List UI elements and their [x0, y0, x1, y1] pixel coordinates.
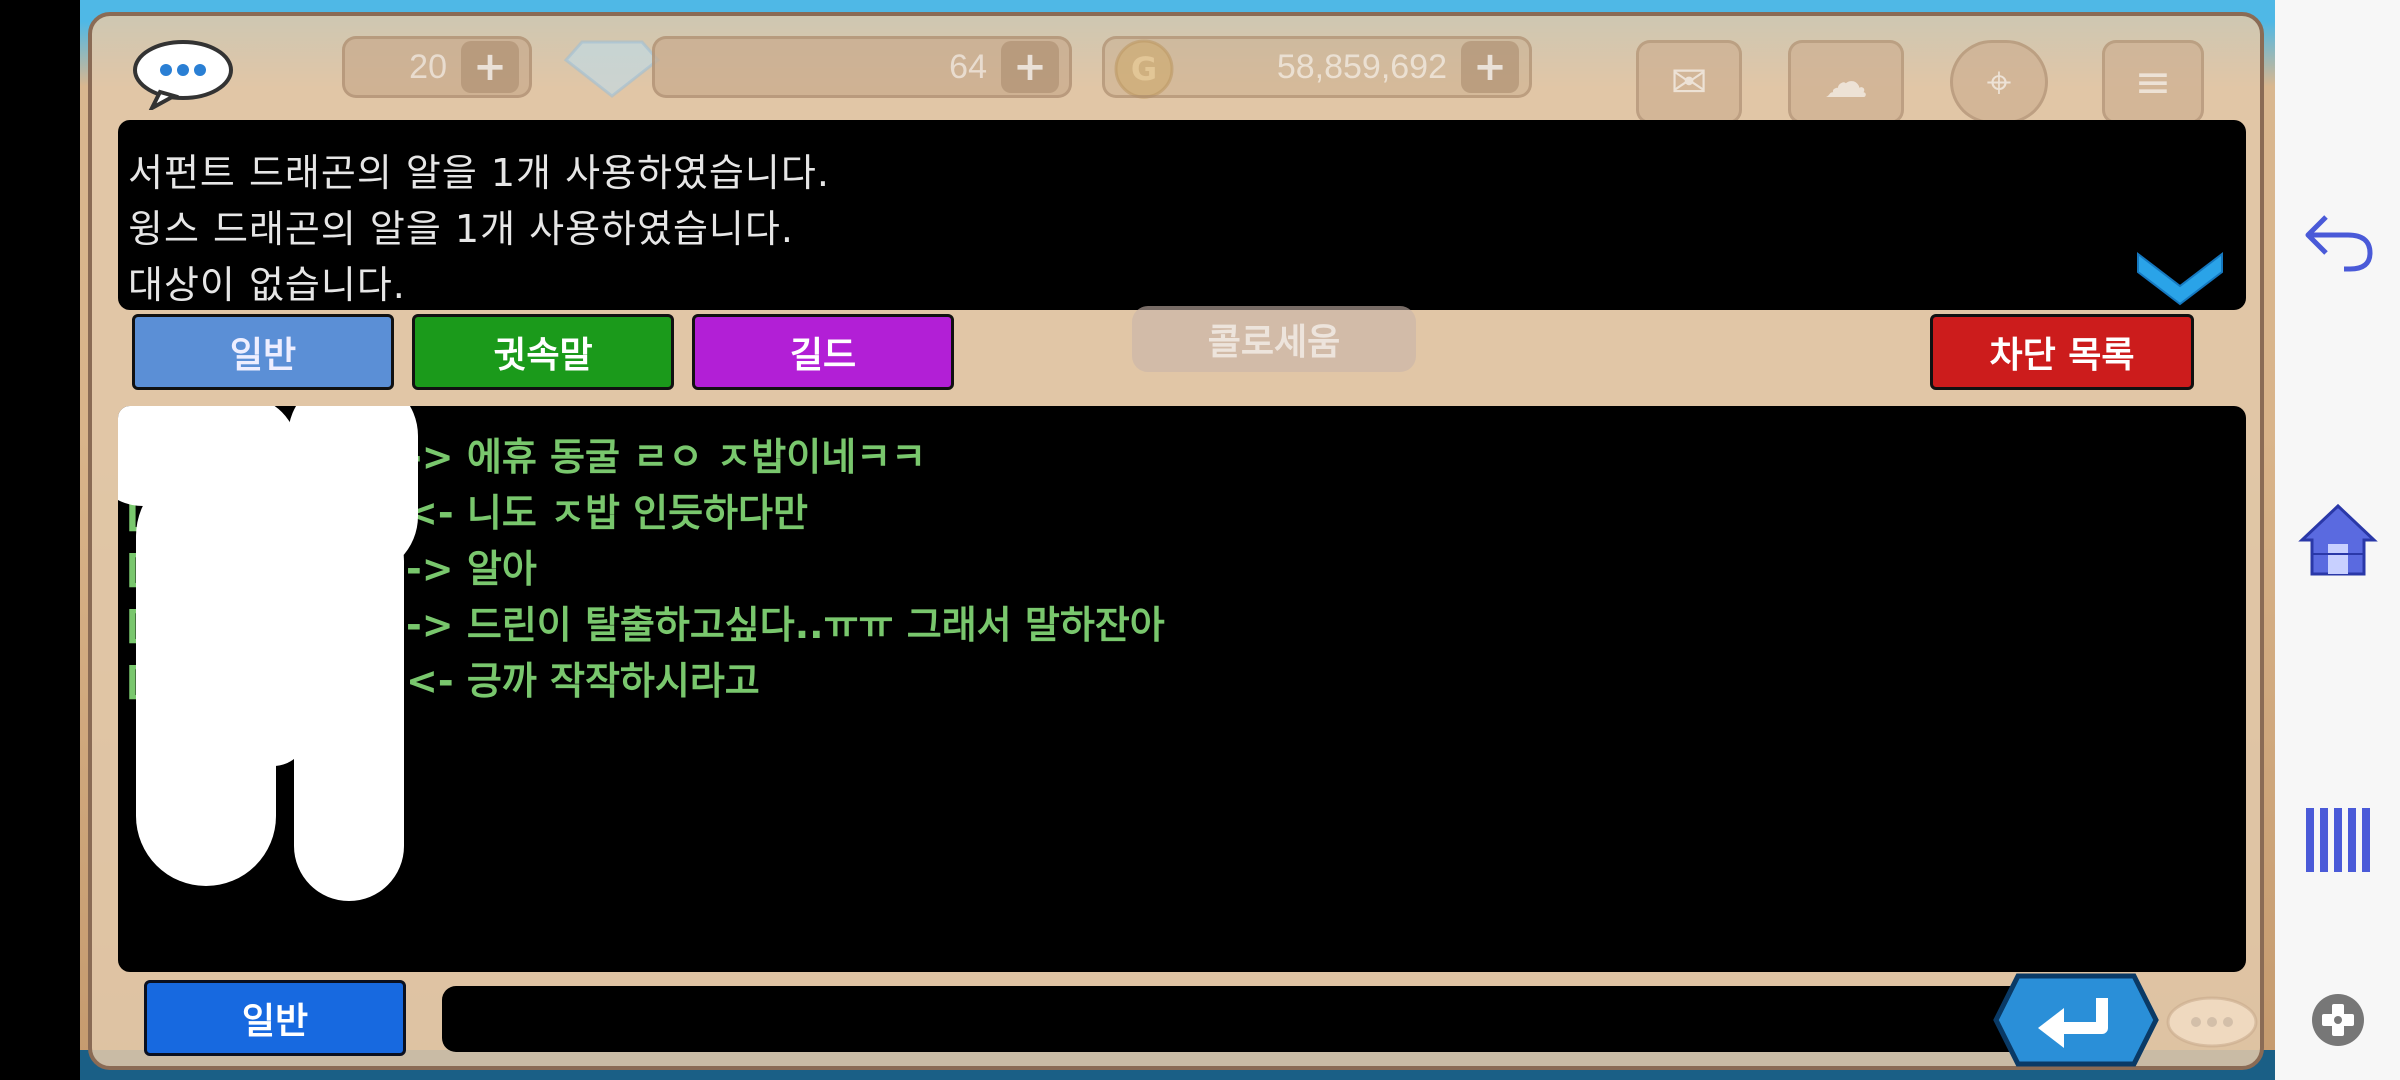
redaction-mark: [238, 586, 308, 766]
send-button[interactable]: [1992, 972, 2160, 1068]
chat-bubble-icon[interactable]: [130, 38, 236, 110]
tab-normal[interactable]: 일반: [132, 314, 394, 390]
chat-text: 알아: [466, 547, 537, 591]
system-nav-bar: [2275, 0, 2400, 1080]
tab-guild[interactable]: 길드: [692, 314, 954, 390]
gold-counter: 58,859,692 +: [1102, 36, 1532, 98]
home-icon: [2297, 503, 2378, 576]
chat-log[interactable]: [-> 에휴 동굴 ㄹㅇ ㅈ밥이네ㅋㅋ [<- 니도 ㅈ밥 인듯하다만 [-> …: [118, 406, 2246, 972]
stamina-counter: 20 +: [342, 36, 532, 98]
gems-plus-button[interactable]: +: [1001, 41, 1059, 93]
chat-bubble-icon: [2166, 996, 2258, 1048]
channel-select-button[interactable]: 일반: [144, 980, 406, 1056]
mail-icon[interactable]: ✉: [1636, 40, 1742, 124]
system-message-box: 서펀트 드래곤의 알을 1개 사용하였습니다. 윙스 드래곤의 알을 1개 사용…: [118, 120, 2246, 310]
chevron-down-icon[interactable]: [2132, 246, 2228, 308]
block-list-button[interactable]: 차단 목록: [1930, 314, 2194, 390]
tab-whisper[interactable]: 귓속말: [412, 314, 674, 390]
system-message: 서펀트 드래곤의 알을 1개 사용하였습니다.: [128, 151, 830, 195]
system-message: 윙스 드래곤의 알을 1개 사용하였습니다.: [128, 207, 794, 251]
stamina-value: 20: [409, 47, 447, 86]
system-message: 대상이 없습니다.: [128, 263, 406, 307]
coliseum-label: 콜로세움: [1132, 306, 1416, 372]
chat-text: 니도 ㅈ밥 인듯하다만: [466, 491, 808, 535]
gems-value: 64: [949, 47, 987, 86]
diamond-icon: [563, 40, 661, 98]
chat-arrow: ->: [406, 547, 454, 591]
chat-input[interactable]: [442, 986, 2082, 1052]
chat-text: 드린이 탈출하고싶다..ㅠㅠ 그래서 말하잔아: [466, 603, 1165, 647]
redaction-mark: [294, 506, 404, 901]
left-black-bar: [0, 0, 80, 1080]
back-icon: [2305, 215, 2373, 272]
map-marker-icon[interactable]: ⌖: [1950, 40, 2048, 124]
chat-arrow: ->: [406, 603, 454, 647]
recent-apps-icon: [2305, 808, 2370, 872]
chat-arrow: <-: [406, 659, 454, 703]
home-button[interactable]: [2275, 495, 2400, 585]
game-screen: 20 + 64 + G 58,859,692 + ✉ ☁ ⌖ ≡ 서펀트 드래곤…: [80, 0, 2275, 1080]
menu-icon[interactable]: ≡: [2102, 40, 2204, 124]
stamina-plus-button[interactable]: +: [461, 41, 519, 93]
cloud-icon[interactable]: ☁: [1788, 40, 1904, 124]
chat-text: 에휴 동굴 ㄹㅇ ㅈ밥이네ㅋㅋ: [466, 435, 927, 479]
back-button[interactable]: [2275, 195, 2400, 285]
gold-plus-button[interactable]: +: [1461, 41, 1519, 93]
recent-apps-button[interactable]: [2275, 795, 2400, 885]
game-tools-button[interactable]: [2275, 975, 2400, 1065]
game-tools-icon: [2311, 994, 2364, 1046]
chat-text: 긍까 작작하시라고: [466, 659, 760, 703]
gems-counter: 64 +: [652, 36, 1072, 98]
gold-value: 58,859,692: [1276, 47, 1447, 86]
chat-panel: 20 + 64 + G 58,859,692 + ✉ ☁ ⌖ ≡ 서펀트 드래곤…: [88, 12, 2264, 1070]
